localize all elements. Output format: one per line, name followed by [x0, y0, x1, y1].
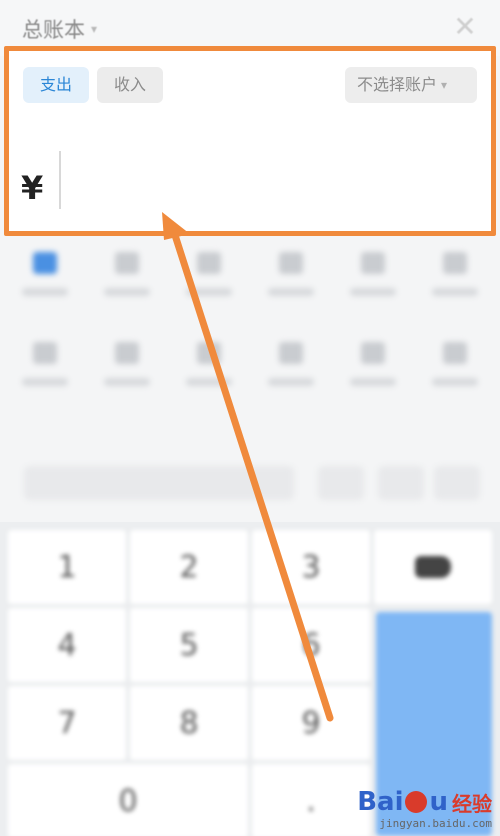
note-row: [0, 454, 500, 514]
category-item[interactable]: [338, 252, 408, 332]
category-icon: [279, 252, 303, 274]
note-input[interactable]: [24, 466, 294, 500]
category-icon: [33, 342, 57, 364]
book-title: 总账本: [22, 18, 85, 42]
account-select[interactable]: 不选择账户 ▾: [345, 67, 477, 103]
category-item[interactable]: [92, 252, 162, 332]
category-icon: [279, 342, 303, 364]
category-item[interactable]: [92, 342, 162, 422]
key-9[interactable]: 9: [252, 686, 370, 760]
key-7[interactable]: 7: [8, 686, 126, 760]
paw-icon: [405, 791, 428, 813]
date-chip[interactable]: [318, 466, 364, 500]
category-icon: [361, 342, 385, 364]
category-label: [22, 378, 68, 386]
category-item[interactable]: [338, 342, 408, 422]
key-5[interactable]: 5: [130, 608, 248, 682]
category-icon: [115, 252, 139, 274]
category-icon: [443, 252, 467, 274]
category-item[interactable]: [174, 252, 244, 332]
tab-expense-label: 支出: [39, 75, 72, 94]
category-label: [432, 288, 478, 296]
more-chip[interactable]: [434, 466, 480, 500]
book-selector[interactable]: 总账本 ▾: [22, 14, 97, 44]
category-icon: [197, 342, 221, 364]
close-icon: ✕: [453, 10, 477, 43]
category-label: [350, 378, 396, 386]
backspace-icon: [415, 556, 451, 578]
category-icon: [197, 252, 221, 274]
category-label: [350, 288, 396, 296]
category-label: [268, 288, 314, 296]
watermark-url: jingyan.baidu.com: [379, 817, 492, 830]
category-label: [104, 288, 150, 296]
caret-down-icon: ▾: [441, 78, 448, 92]
category-grid: [0, 246, 500, 446]
category-item[interactable]: [174, 342, 244, 422]
tab-income-label: 收入: [113, 75, 146, 94]
key-8[interactable]: 8: [130, 686, 248, 760]
category-item[interactable]: [420, 252, 490, 332]
category-icon: [33, 252, 57, 274]
amount-input[interactable]: [59, 151, 61, 209]
category-item[interactable]: [10, 342, 80, 422]
caret-down-icon: ▾: [91, 22, 98, 36]
category-label: [186, 378, 232, 386]
category-item[interactable]: [256, 252, 326, 332]
key-dot[interactable]: .: [252, 764, 370, 836]
key-3[interactable]: 3: [252, 530, 370, 604]
watermark-brand-tail: u: [429, 787, 448, 817]
watermark-brand: Bai: [357, 787, 404, 817]
key-6[interactable]: 6: [252, 608, 370, 682]
image-chip[interactable]: [378, 466, 424, 500]
tab-expense[interactable]: 支出: [23, 67, 89, 103]
watermark-cn: 经验: [452, 791, 492, 816]
backspace-key[interactable]: [374, 530, 492, 604]
account-select-label: 不选择账户: [357, 75, 438, 94]
close-button[interactable]: ✕: [452, 13, 478, 41]
key-0[interactable]: 0: [8, 764, 248, 836]
category-icon: [115, 342, 139, 364]
key-2[interactable]: 2: [130, 530, 248, 604]
currency-symbol: ¥: [21, 169, 44, 207]
category-label: [22, 288, 68, 296]
category-label: [432, 378, 478, 386]
watermark: Bai u 经验 jingyan.baidu.com: [357, 787, 492, 830]
key-4[interactable]: 4: [8, 608, 126, 682]
category-item[interactable]: [256, 342, 326, 422]
category-icon: [443, 342, 467, 364]
category-label: [186, 288, 232, 296]
category-item[interactable]: [10, 252, 80, 332]
key-1[interactable]: 1: [8, 530, 126, 604]
category-icon: [361, 252, 385, 274]
category-label: [104, 378, 150, 386]
category-label: [268, 378, 314, 386]
category-item[interactable]: [420, 342, 490, 422]
entry-panel: 支出 收入 不选择账户 ▾ ¥: [4, 46, 496, 236]
tab-income[interactable]: 收入: [97, 67, 163, 103]
watermark-logo: Bai u 经验: [357, 787, 492, 817]
